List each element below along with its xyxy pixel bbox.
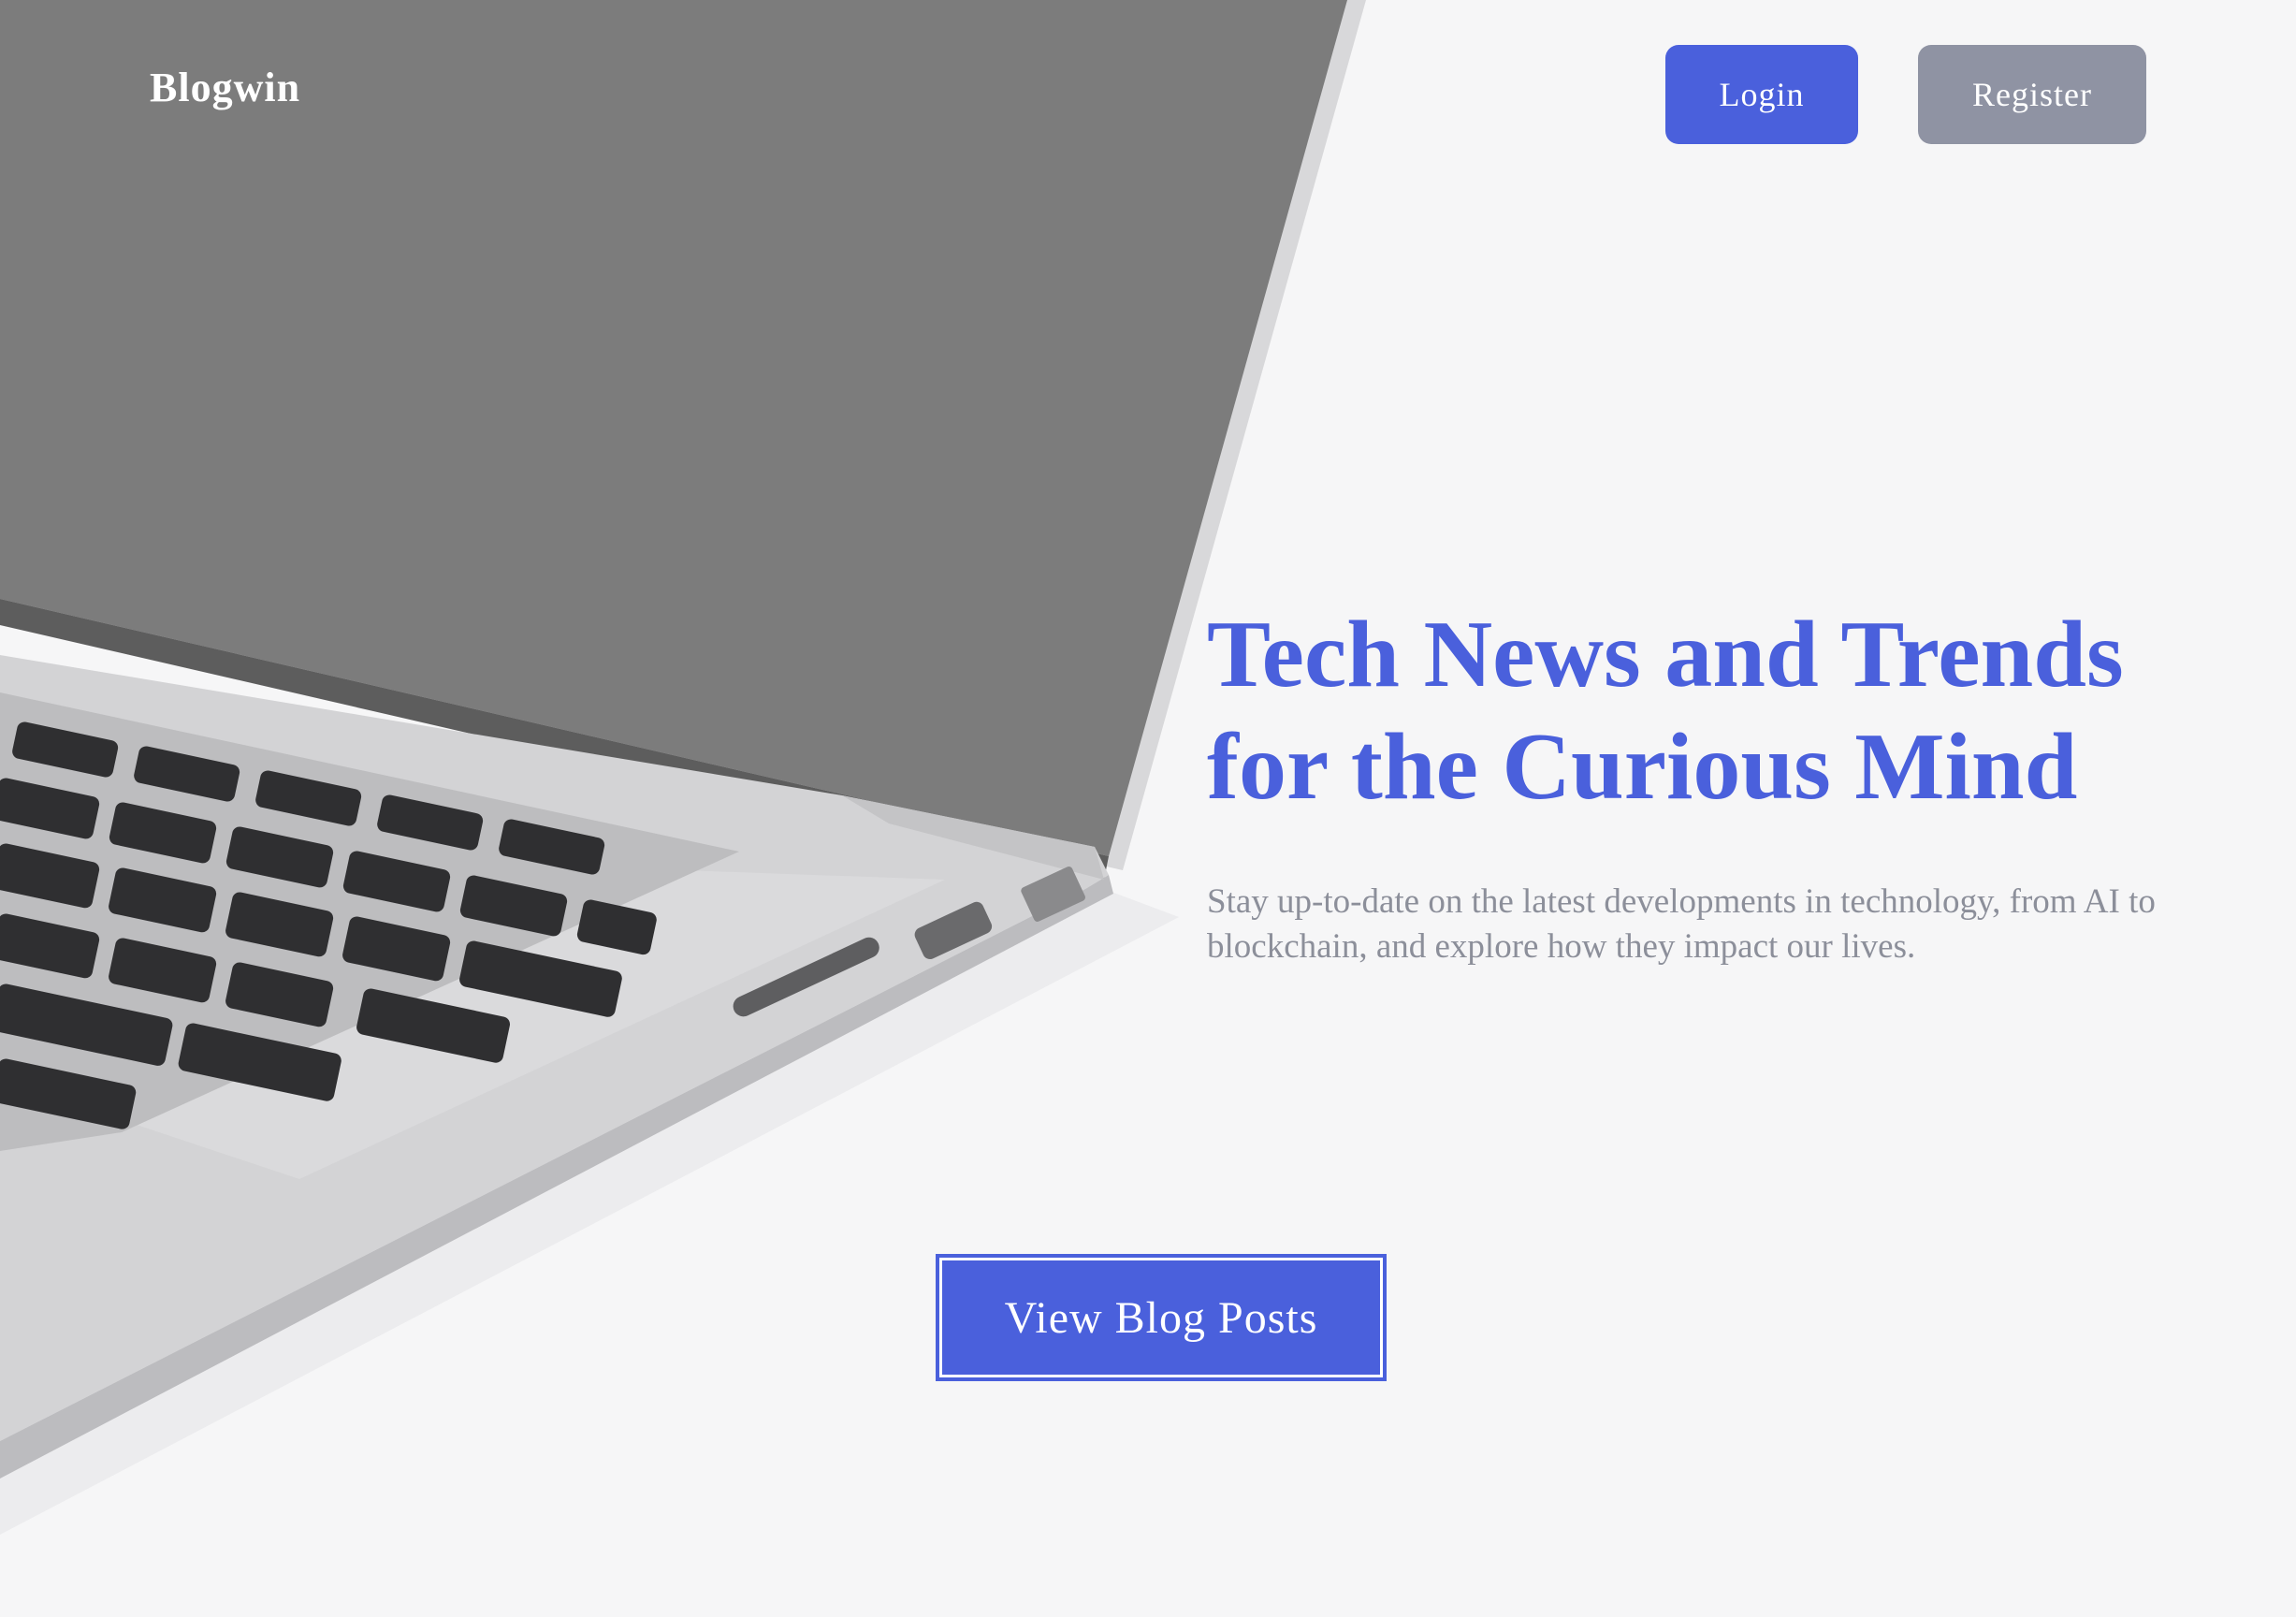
- headline-line-2: for the Curious Mind: [1207, 714, 2078, 820]
- headline-line-1: Tech News and Trends: [1207, 602, 2124, 707]
- view-blog-posts-button[interactable]: View Blog Posts: [936, 1254, 1387, 1381]
- hero-subtitle: Stay up-to-date on the latest developmen…: [1207, 882, 2156, 966]
- register-button[interactable]: Register: [1918, 45, 2146, 144]
- login-button[interactable]: Login: [1665, 45, 1858, 144]
- page-title: Tech News and Trends for the Curious Min…: [1207, 599, 2255, 823]
- brand-logo[interactable]: Blogwin: [150, 64, 300, 111]
